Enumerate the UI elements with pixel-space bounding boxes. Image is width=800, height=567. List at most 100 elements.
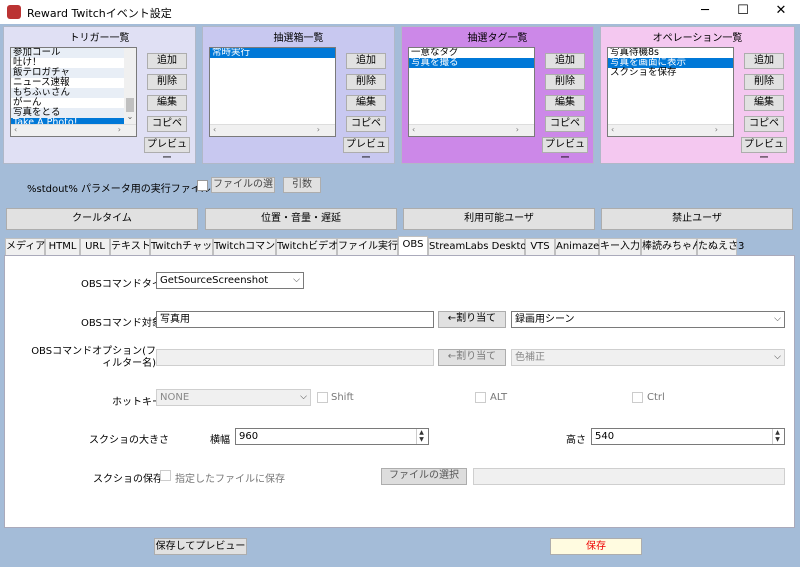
operation-delete-button[interactable]: 削除 [744,74,784,90]
trigger-preview-button[interactable]: プレビュー [144,137,190,164]
trigger-listbox[interactable]: 参加コール 吐け！ 飯テロガチャ ニュース速報 もちふぃさん がーん 写真をとる Take A… [10,47,137,137]
filter-select[interactable]: 色補正 ⌵ [511,349,785,366]
list-item[interactable]: 写真を撮る [409,58,534,68]
alt-checkbox[interactable] [475,392,486,403]
tab-1[interactable]: HTML [45,238,80,255]
trigger-panel: トリガー一覧参加コール 吐け！ 飯テロガチャ ニュース速報 もちふぃさん がーん 写真をとる… [3,26,196,164]
tab-3[interactable]: テキスト [110,238,151,255]
filter-value: 色補正 [515,352,545,363]
app-icon [7,5,21,19]
operation-copy-paste-button[interactable]: コピペ [744,116,784,132]
lottery-box-panel: 抽選箱一覧 常時実行 ‹ › 追加 削除 編集 コピペ プレビュー [202,26,395,164]
tab-11[interactable]: Animaze [555,238,599,255]
spinner-arrows-icon[interactable]: ▲ ▼ [772,429,782,444]
scene-value: 録画用シーン [515,314,575,325]
lottery-tag-panel-title: 抽選タグ一覧 [467,33,528,44]
trigger-panel-title: トリガー一覧 [69,33,130,44]
height-label: 高さ [566,435,586,446]
lottery-tag-copy-paste-button[interactable]: コピペ [545,116,585,132]
position-volume-delay-button[interactable]: 位置・音量・遅延 [205,208,397,230]
operation-panel: オペレーション一覧 写真待機8s 写真を画面に表示 スクショを保存 ‹ › 追加 削除 編集 コピ… [600,26,795,164]
target-input[interactable]: 写真用 [156,311,434,328]
lottery-box-edit-button[interactable]: 編集 [346,95,386,111]
scrollbar[interactable]: ‹ › [210,124,335,136]
obs-tab-content: OBSコマンドタイプ GetSourceScreenshot ⌵ OBSコマンド対… [4,255,795,528]
lottery-tag-add-button[interactable]: 追加 [545,53,585,69]
chevron-down-icon: ⌵ [774,314,781,324]
tab-8[interactable]: OBS [398,236,428,255]
scrollbar[interactable]: ‹ › [608,124,733,136]
tab-4[interactable]: Twitchチャット [150,238,222,255]
assign-button[interactable]: ←割り当て [438,311,506,328]
lottery-box-add-button[interactable]: 追加 [346,53,386,69]
tab-0[interactable]: メディア [5,238,45,255]
allowed-users-button[interactable]: 利用可能ユーザ [403,208,595,230]
ctrl-checkbox[interactable] [632,392,643,403]
args-button[interactable]: 引数 [283,177,321,193]
operation-edit-button[interactable]: 編集 [744,95,784,111]
operation-preview-button[interactable]: プレビュー [741,137,787,164]
lottery-tag-delete-button[interactable]: 削除 [545,74,585,90]
lottery-tag-panel: 抽選タグ一覧 一意なタグ 写真を撮る ‹ › 追加 削除 編集 コピペ プレビュー [401,26,594,164]
tab-14[interactable]: たぬえさ3 [697,238,744,255]
file-selection-button[interactable]: ファイルの選択 [381,468,467,485]
stdout-label: %stdout% パラメータ用の実行ファイルを使う [27,184,241,195]
lottery-box-delete-button[interactable]: 削除 [346,74,386,90]
lottery-box-listbox[interactable]: 常時実行 ‹ › [209,47,336,137]
banned-users-button[interactable]: 禁止ユーザ [601,208,793,230]
maximize-icon[interactable]: ☐ [724,0,762,24]
tab-13[interactable]: 棒読みちゃん [641,238,702,255]
tab-12[interactable]: キー入力 [599,238,641,255]
scrollbar[interactable]: ‹ › [11,124,136,136]
hotkey-select[interactable]: NONE ⌵ [156,389,311,406]
title-bar: Reward Twitchイベント設定 ─ ☐ ✕ [0,0,800,24]
hotkey-label: ホットキー [112,397,162,408]
scrollbar[interactable]: ⌄ [124,48,136,126]
lottery-tag-listbox[interactable]: 一意なタグ 写真を撮る ‹ › [408,47,535,137]
minimize-icon[interactable]: ─ [686,0,724,24]
file-select-button[interactable]: ファイルの選 [211,177,275,193]
window-title: Reward Twitchイベント設定 [27,7,172,20]
list-item[interactable]: 常時実行 [210,48,335,58]
chevron-down-icon: ⌵ [293,275,300,285]
save-screenshot-label: スクショの保存 [93,474,163,485]
trigger-copy-paste-button[interactable]: コピペ [147,116,187,132]
shift-checkbox[interactable] [317,392,328,403]
trigger-add-button[interactable]: 追加 [147,53,187,69]
scrollbar[interactable]: ‹ › [409,124,534,136]
width-value: 960 [239,431,259,442]
file-path-input[interactable] [473,468,785,485]
trigger-edit-button[interactable]: 編集 [147,95,187,111]
save-to-file-checkbox[interactable] [160,470,171,481]
target-label: OBSコマンド対象 [81,318,162,329]
save-button[interactable]: 保存 [550,538,642,555]
operation-panel-title: オペレーション一覧 [652,33,743,44]
option-input[interactable] [156,349,434,366]
option-label: OBSコマンドオプション(フィルター名) [31,346,156,369]
stdout-checkbox[interactable] [197,180,208,191]
list-item[interactable]: スクショを保存 [608,68,733,78]
tab-6[interactable]: Twitchビデオ [276,238,338,255]
lottery-box-preview-button[interactable]: プレビュー [343,137,389,164]
close-icon[interactable]: ✕ [762,0,800,24]
width-spinner[interactable]: 960 ▲ ▼ [235,428,429,445]
tab-9[interactable]: StreamLabs Desktop [428,238,533,255]
lottery-tag-edit-button[interactable]: 編集 [545,95,585,111]
lottery-tag-preview-button[interactable]: プレビュー [542,137,588,164]
operation-add-button[interactable]: 追加 [744,53,784,69]
lottery-box-copy-paste-button[interactable]: コピペ [346,116,386,132]
spinner-arrows-icon[interactable]: ▲ ▼ [416,429,426,444]
tab-2[interactable]: URL [80,238,110,255]
tab-5[interactable]: Twitchコマンド [213,238,285,255]
chevron-down-icon: ⌵ [300,392,307,402]
height-spinner[interactable]: 540 ▲ ▼ [591,428,785,445]
tab-10[interactable]: VTS [525,238,555,255]
tab-7[interactable]: ファイル実行 [337,238,398,255]
scene-select[interactable]: 録画用シーン ⌵ [511,311,785,328]
save-and-preview-button[interactable]: 保存してプレビュー [154,538,247,555]
operation-listbox[interactable]: 写真待機8s 写真を画面に表示 スクショを保存 ‹ › [607,47,734,137]
trigger-delete-button[interactable]: 削除 [147,74,187,90]
command-type-select[interactable]: GetSourceScreenshot ⌵ [156,272,304,289]
cooltime-button[interactable]: クールタイム [6,208,198,230]
assign-button-disabled[interactable]: ←割り当て [438,349,506,366]
